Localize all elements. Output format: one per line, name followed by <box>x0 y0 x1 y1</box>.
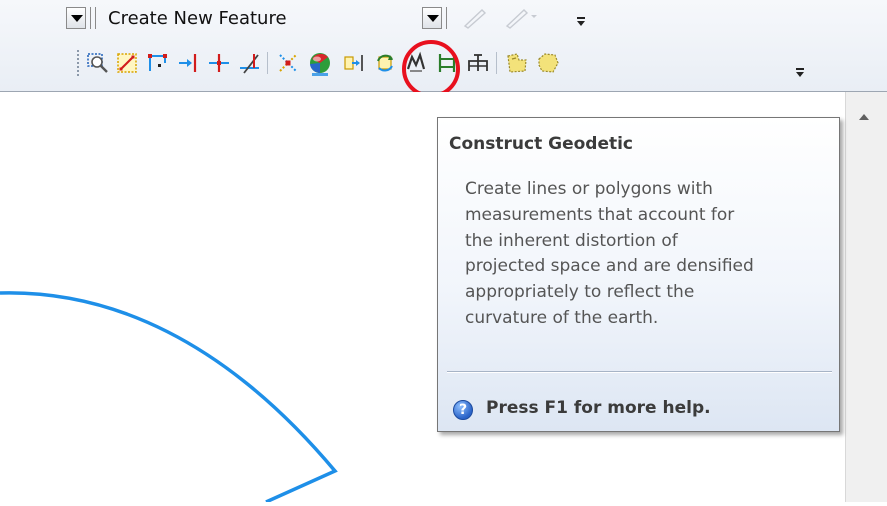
reshape-feature-button[interactable] <box>112 49 142 77</box>
merge-button[interactable] <box>502 49 532 77</box>
split-tool-button[interactable] <box>204 49 234 77</box>
edit-vertices-button[interactable] <box>83 49 113 77</box>
toolbar-grip[interactable] <box>77 50 79 76</box>
tooltip-line: Create lines or polygons with <box>465 179 713 199</box>
trim-button[interactable] <box>235 49 265 77</box>
tooltip-line: projected space and are densified <box>465 256 754 277</box>
toolbar-separator <box>267 52 268 74</box>
union-button[interactable] <box>533 49 563 77</box>
tooltip-line: appropriately to reflect the <box>465 282 695 303</box>
help-icon: ? <box>453 400 473 420</box>
sketch-tool-icon[interactable] <box>462 7 488 33</box>
separator <box>95 7 96 29</box>
sketch-tool-dropdown-icon[interactable] <box>504 7 538 33</box>
intersection-button[interactable] <box>273 49 303 77</box>
scroll-up-arrow-icon[interactable] <box>859 114 869 122</box>
template-combo-arrow[interactable] <box>422 7 442 29</box>
tooltip-line: the inherent distortion of <box>465 230 678 251</box>
toolbar-overflow-icon[interactable] <box>795 68 805 78</box>
tooltip-line: measurements that account for <box>465 204 735 225</box>
construct-geodetic-button[interactable] <box>304 49 334 77</box>
separator <box>446 7 447 29</box>
template-select-value[interactable]: Create New Feature <box>108 8 287 29</box>
template-row: Create New Feature <box>60 3 600 33</box>
template-dropdown-arrow[interactable] <box>66 7 86 29</box>
tooltip-description: Create lines or polygons with measuremen… <box>465 177 835 332</box>
copy-parallel-button[interactable] <box>463 49 493 77</box>
extend-button[interactable] <box>174 49 204 77</box>
rotate-button[interactable] <box>370 49 400 77</box>
separator <box>90 7 91 29</box>
tooltip: Construct Geodetic Create lines or polyg… <box>437 117 840 432</box>
vertical-scrollbar[interactable] <box>845 92 887 502</box>
toolbar-separator <box>496 52 497 74</box>
tooltip-divider <box>447 371 832 372</box>
align-to-shape-button[interactable] <box>339 49 369 77</box>
toolbar-options-icon[interactable] <box>576 17 586 27</box>
tooltip-title: Construct Geodetic <box>449 134 634 154</box>
cut-polygons-button[interactable] <box>143 49 173 77</box>
highlight-ring <box>402 40 460 98</box>
tooltip-line: curvature of the earth. <box>465 307 659 328</box>
tooltip-help-text: Press F1 for more help. <box>486 398 711 418</box>
